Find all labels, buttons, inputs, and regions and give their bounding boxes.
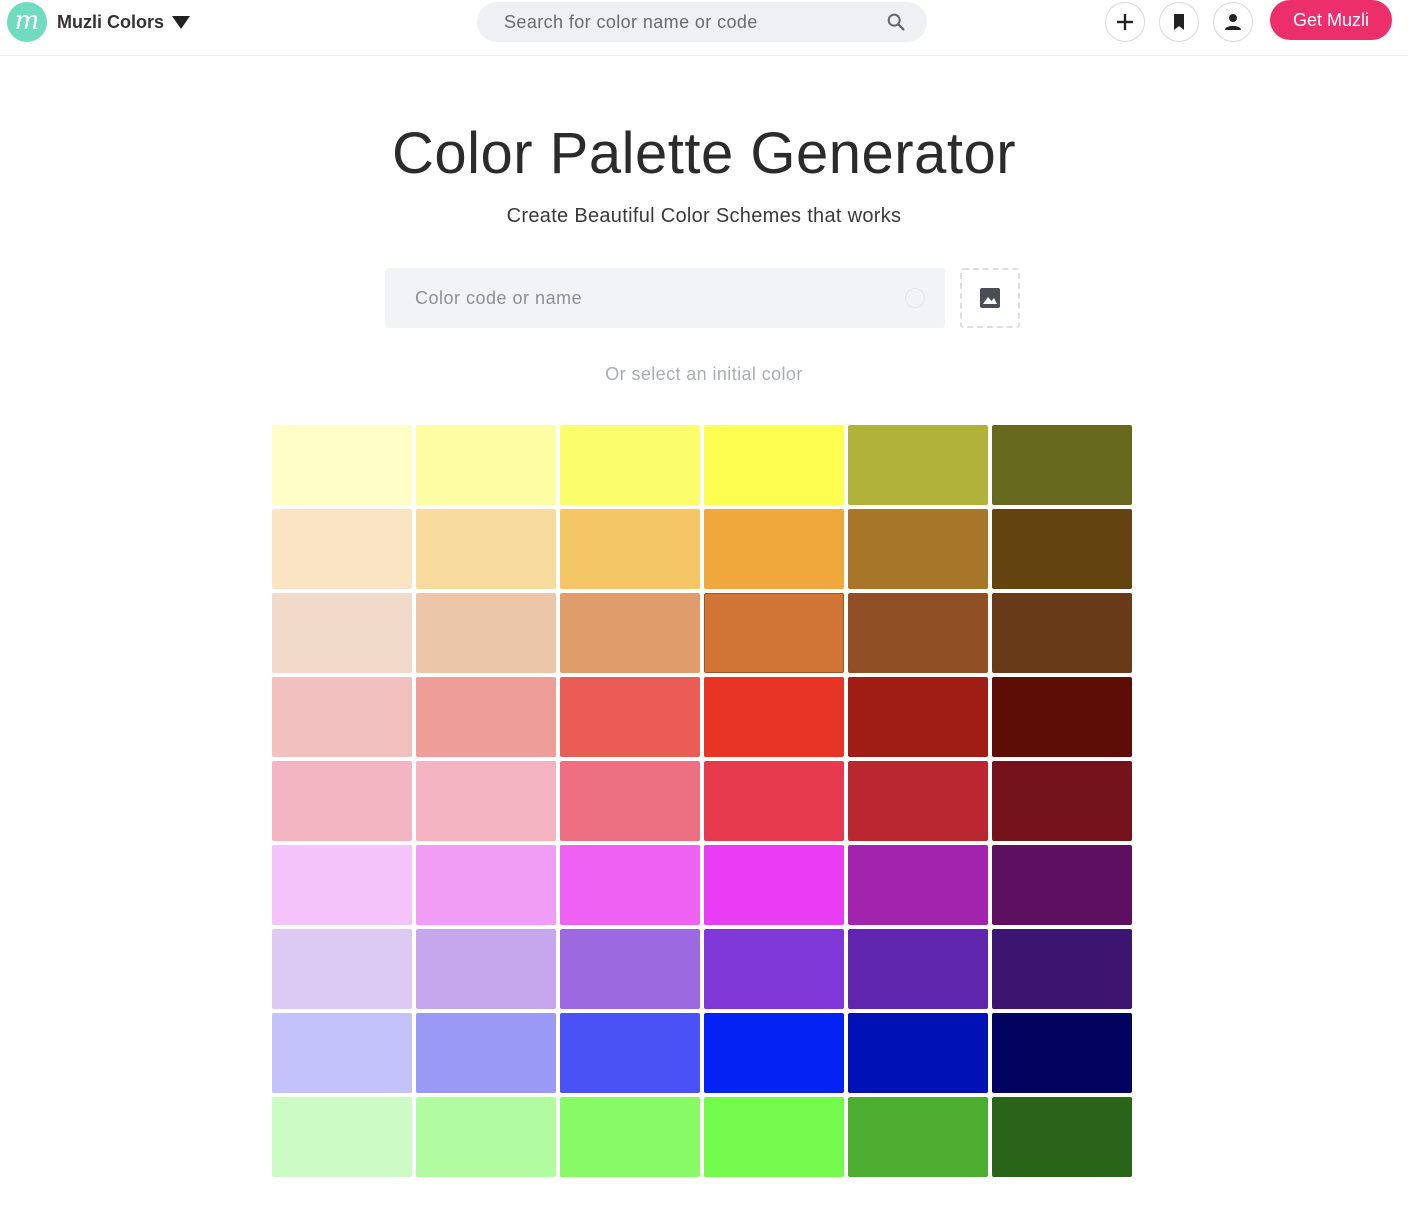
color-swatch[interactable] — [272, 593, 412, 673]
color-swatch[interactable] — [272, 1013, 412, 1093]
color-swatch[interactable] — [560, 761, 700, 841]
caret-down-icon — [172, 15, 190, 29]
color-swatch[interactable] — [848, 1013, 988, 1093]
account-button[interactable] — [1213, 2, 1253, 42]
bookmark-icon — [1174, 14, 1184, 30]
color-swatch[interactable] — [416, 1097, 556, 1177]
muzli-logo: m — [7, 2, 47, 42]
page-subtitle: Create Beautiful Color Schemes that work… — [506, 205, 902, 227]
color-swatch[interactable] — [704, 929, 844, 1009]
color-preview-swatch[interactable] — [905, 288, 925, 308]
color-swatch[interactable] — [272, 761, 412, 841]
color-swatch[interactable] — [416, 509, 556, 589]
color-swatch[interactable] — [560, 593, 700, 673]
color-swatch[interactable] — [560, 425, 700, 505]
color-swatch[interactable] — [848, 677, 988, 757]
color-swatch[interactable] — [992, 761, 1132, 841]
top-navigation-bar: m Muzli Colors Get Muzli — [0, 0, 1408, 56]
color-swatch[interactable] — [992, 509, 1132, 589]
color-code-input[interactable] — [415, 287, 905, 309]
select-initial-color-hint: Or select an initial color — [605, 364, 803, 384]
color-swatch[interactable] — [560, 509, 700, 589]
color-swatch[interactable] — [416, 593, 556, 673]
color-swatch[interactable] — [272, 845, 412, 925]
color-swatch[interactable] — [992, 1013, 1132, 1093]
color-swatch[interactable] — [560, 845, 700, 925]
color-swatch[interactable] — [704, 1013, 844, 1093]
brand-menu[interactable]: m Muzli Colors — [7, 2, 190, 42]
page-title: Color Palette Generator — [391, 121, 1017, 186]
add-button[interactable] — [1105, 2, 1145, 42]
color-swatch[interactable] — [992, 1097, 1132, 1177]
image-icon — [980, 288, 1000, 308]
color-swatch[interactable] — [416, 425, 556, 505]
color-swatch[interactable] — [704, 509, 844, 589]
color-swatch[interactable] — [416, 929, 556, 1009]
color-swatch[interactable] — [272, 509, 412, 589]
color-swatch[interactable] — [704, 677, 844, 757]
color-swatch[interactable] — [560, 1097, 700, 1177]
user-icon — [1225, 14, 1241, 30]
color-swatch[interactable] — [272, 677, 412, 757]
color-swatch[interactable] — [560, 929, 700, 1009]
color-swatch[interactable] — [848, 761, 988, 841]
color-swatch[interactable] — [704, 761, 844, 841]
color-swatch[interactable] — [848, 509, 988, 589]
bookmarks-button[interactable] — [1159, 2, 1199, 42]
initial-color-grid — [272, 425, 1132, 1177]
color-input-container — [385, 268, 945, 328]
color-swatch[interactable] — [992, 929, 1132, 1009]
color-swatch[interactable] — [272, 929, 412, 1009]
color-swatch[interactable] — [272, 425, 412, 505]
image-upload-button[interactable] — [960, 268, 1020, 328]
color-swatch[interactable] — [992, 677, 1132, 757]
color-swatch[interactable] — [272, 1097, 412, 1177]
color-swatch[interactable] — [848, 425, 988, 505]
color-swatch[interactable] — [992, 845, 1132, 925]
color-swatch[interactable] — [704, 593, 844, 673]
color-swatch[interactable] — [560, 1013, 700, 1093]
search-input[interactable] — [504, 11, 885, 33]
color-swatch[interactable] — [848, 593, 988, 673]
color-swatch[interactable] — [848, 1097, 988, 1177]
color-swatch[interactable] — [848, 845, 988, 925]
search-bar — [477, 2, 927, 42]
color-swatch[interactable] — [416, 761, 556, 841]
search-icon[interactable] — [885, 11, 907, 33]
color-swatch[interactable] — [704, 425, 844, 505]
logo-letter: m — [14, 5, 40, 36]
color-swatch[interactable] — [704, 845, 844, 925]
color-swatch[interactable] — [848, 929, 988, 1009]
color-swatch[interactable] — [416, 845, 556, 925]
color-swatch[interactable] — [992, 425, 1132, 505]
get-muzli-button[interactable]: Get Muzli — [1270, 0, 1392, 40]
color-swatch[interactable] — [704, 1097, 844, 1177]
plus-icon — [1117, 14, 1133, 30]
color-swatch[interactable] — [560, 677, 700, 757]
color-swatch[interactable] — [992, 593, 1132, 673]
color-swatch[interactable] — [416, 677, 556, 757]
color-swatch[interactable] — [416, 1013, 556, 1093]
brand-name: Muzli Colors — [57, 11, 164, 32]
